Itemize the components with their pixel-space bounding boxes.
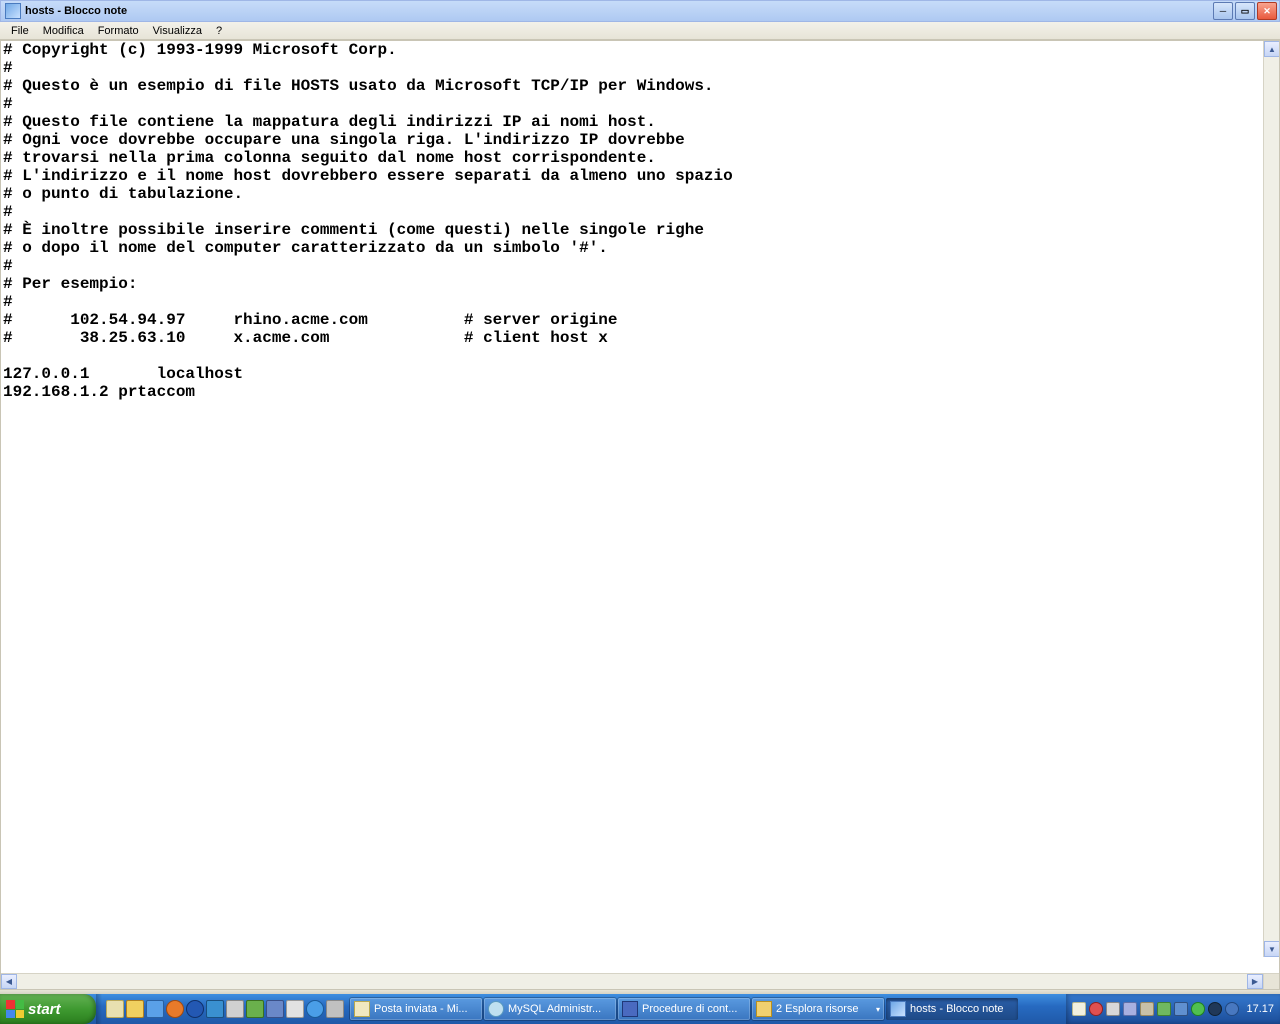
system-tray: 17.17 bbox=[1066, 994, 1280, 1024]
editor-area: # Copyright (c) 1993-1999 Microsoft Corp… bbox=[0, 40, 1280, 990]
ql-app5-icon[interactable] bbox=[326, 1000, 344, 1018]
menu-visualizza[interactable]: Visualizza bbox=[146, 24, 209, 38]
menu-help[interactable]: ? bbox=[209, 24, 229, 38]
ql-desktop-icon[interactable] bbox=[106, 1000, 124, 1018]
tray-mail-icon[interactable] bbox=[1072, 1002, 1086, 1016]
chevron-down-icon: ▾ bbox=[873, 1005, 880, 1014]
ql-ie-icon[interactable] bbox=[306, 1000, 324, 1018]
menu-file[interactable]: File bbox=[4, 24, 36, 38]
notepad-icon bbox=[5, 3, 21, 19]
task-mysql-admin[interactable]: MySQL Administr... bbox=[484, 998, 616, 1020]
taskbar: start Posta inviata - Mi... MySQL Admini… bbox=[0, 994, 1280, 1024]
tray-app2-icon[interactable] bbox=[1123, 1002, 1137, 1016]
ql-firefox-icon[interactable] bbox=[166, 1000, 184, 1018]
tray-status-icon[interactable] bbox=[1191, 1002, 1205, 1016]
scroll-track[interactable] bbox=[17, 974, 1247, 989]
window-title: hosts - Blocco note bbox=[25, 5, 127, 17]
task-posta-inviata[interactable]: Posta inviata - Mi... bbox=[350, 998, 482, 1020]
ql-wmplayer-icon[interactable] bbox=[186, 1000, 204, 1018]
taskbtn-label: Procedure di cont... bbox=[642, 1003, 737, 1015]
task-esplora-risorse[interactable]: 2 Esplora risorse ▾ bbox=[752, 998, 884, 1020]
ql-app2-icon[interactable] bbox=[226, 1000, 244, 1018]
clock[interactable]: 17.17 bbox=[1246, 1003, 1274, 1015]
task-hosts-notepad[interactable]: hosts - Blocco note bbox=[886, 998, 1018, 1020]
tray-app1-icon[interactable] bbox=[1106, 1002, 1120, 1016]
menu-bar: File Modifica Formato Visualizza ? bbox=[0, 22, 1280, 40]
mysql-icon bbox=[488, 1001, 504, 1017]
close-button[interactable]: ✕ bbox=[1257, 2, 1277, 20]
vertical-scrollbar[interactable]: ▲ ▼ bbox=[1263, 41, 1279, 957]
scroll-corner bbox=[1263, 974, 1279, 989]
taskbtn-label: Posta inviata - Mi... bbox=[374, 1003, 468, 1015]
outlook-express-icon bbox=[354, 1001, 370, 1017]
tray-shield-icon[interactable] bbox=[1089, 1002, 1103, 1016]
ql-outlook-icon[interactable] bbox=[126, 1000, 144, 1018]
start-label: start bbox=[28, 1001, 61, 1018]
folder-icon bbox=[756, 1001, 772, 1017]
scroll-left-icon[interactable]: ◀ bbox=[1, 974, 17, 989]
editor-text[interactable]: # Copyright (c) 1993-1999 Microsoft Corp… bbox=[1, 41, 1279, 401]
ql-app4-icon[interactable] bbox=[286, 1000, 304, 1018]
quicklaunch bbox=[102, 994, 348, 1024]
scroll-up-icon[interactable]: ▲ bbox=[1264, 41, 1279, 57]
scroll-right-icon[interactable]: ▶ bbox=[1247, 974, 1263, 989]
taskbtn-label: hosts - Blocco note bbox=[910, 1003, 1004, 1015]
ql-msn-icon[interactable] bbox=[246, 1000, 264, 1018]
task-procedure[interactable]: Procedure di cont... bbox=[618, 998, 750, 1020]
word-icon bbox=[622, 1001, 638, 1017]
scroll-down-icon[interactable]: ▼ bbox=[1264, 941, 1279, 957]
tray-app3-icon[interactable] bbox=[1140, 1002, 1154, 1016]
horizontal-scrollbar[interactable]: ◀ ▶ bbox=[1, 973, 1279, 989]
tray-network-icon[interactable] bbox=[1174, 1002, 1188, 1016]
maximize-button[interactable]: ▭ bbox=[1235, 2, 1255, 20]
window-titlebar: hosts - Blocco note ─ ▭ ✕ bbox=[0, 0, 1280, 22]
tray-msn-icon[interactable] bbox=[1157, 1002, 1171, 1016]
tray-volume-icon[interactable] bbox=[1208, 1002, 1222, 1016]
ql-thunderbird-icon[interactable] bbox=[146, 1000, 164, 1018]
windows-logo-icon bbox=[6, 1000, 24, 1018]
ql-app3-icon[interactable] bbox=[266, 1000, 284, 1018]
taskbar-buttons: Posta inviata - Mi... MySQL Administr...… bbox=[348, 994, 1066, 1024]
menu-formato[interactable]: Formato bbox=[91, 24, 146, 38]
start-button[interactable]: start bbox=[0, 994, 96, 1024]
minimize-button[interactable]: ─ bbox=[1213, 2, 1233, 20]
notepad-icon bbox=[890, 1001, 906, 1017]
menu-modifica[interactable]: Modifica bbox=[36, 24, 91, 38]
ql-app1-icon[interactable] bbox=[206, 1000, 224, 1018]
taskbtn-label: 2 Esplora risorse bbox=[776, 1003, 859, 1015]
tray-app4-icon[interactable] bbox=[1225, 1002, 1239, 1016]
taskbtn-label: MySQL Administr... bbox=[508, 1003, 601, 1015]
